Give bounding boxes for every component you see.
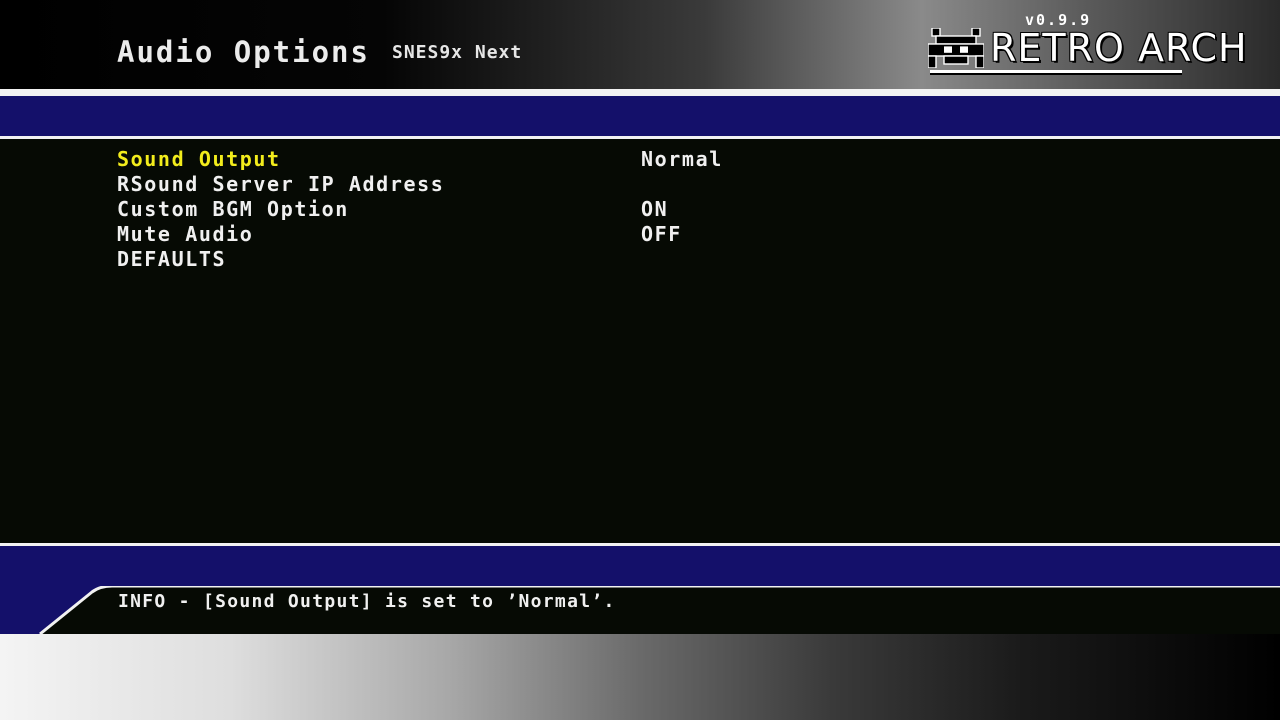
menu-item-rsound-server-ip[interactable]: RSound Server IP Address bbox=[117, 172, 444, 197]
logo-underline bbox=[930, 70, 1182, 75]
bottom-band bbox=[0, 546, 1280, 586]
core-name: SNES9x Next bbox=[392, 42, 523, 63]
menu-value-custom-bgm: ON bbox=[641, 197, 669, 221]
menu-item-defaults[interactable]: DEFAULTS bbox=[117, 247, 226, 272]
menu-item-mute-audio[interactable]: Mute Audio bbox=[117, 222, 253, 247]
menu-item-custom-bgm[interactable]: Custom BGM Option bbox=[117, 197, 349, 222]
logo-wordmark: RETRO ARCH bbox=[990, 26, 1248, 70]
space-invader-icon bbox=[928, 28, 984, 68]
info-message: INFO - [Sound Output] is set to ’Normal’… bbox=[118, 591, 616, 612]
footer bbox=[0, 634, 1280, 720]
top-divider bbox=[0, 89, 1280, 96]
menu-value-mute-audio: OFF bbox=[641, 222, 682, 246]
top-band bbox=[0, 96, 1280, 137]
page-title: Audio Options bbox=[117, 35, 370, 69]
menu-value-sound-output: Normal bbox=[641, 147, 723, 171]
menu-item-sound-output[interactable]: Sound Output bbox=[117, 147, 281, 172]
